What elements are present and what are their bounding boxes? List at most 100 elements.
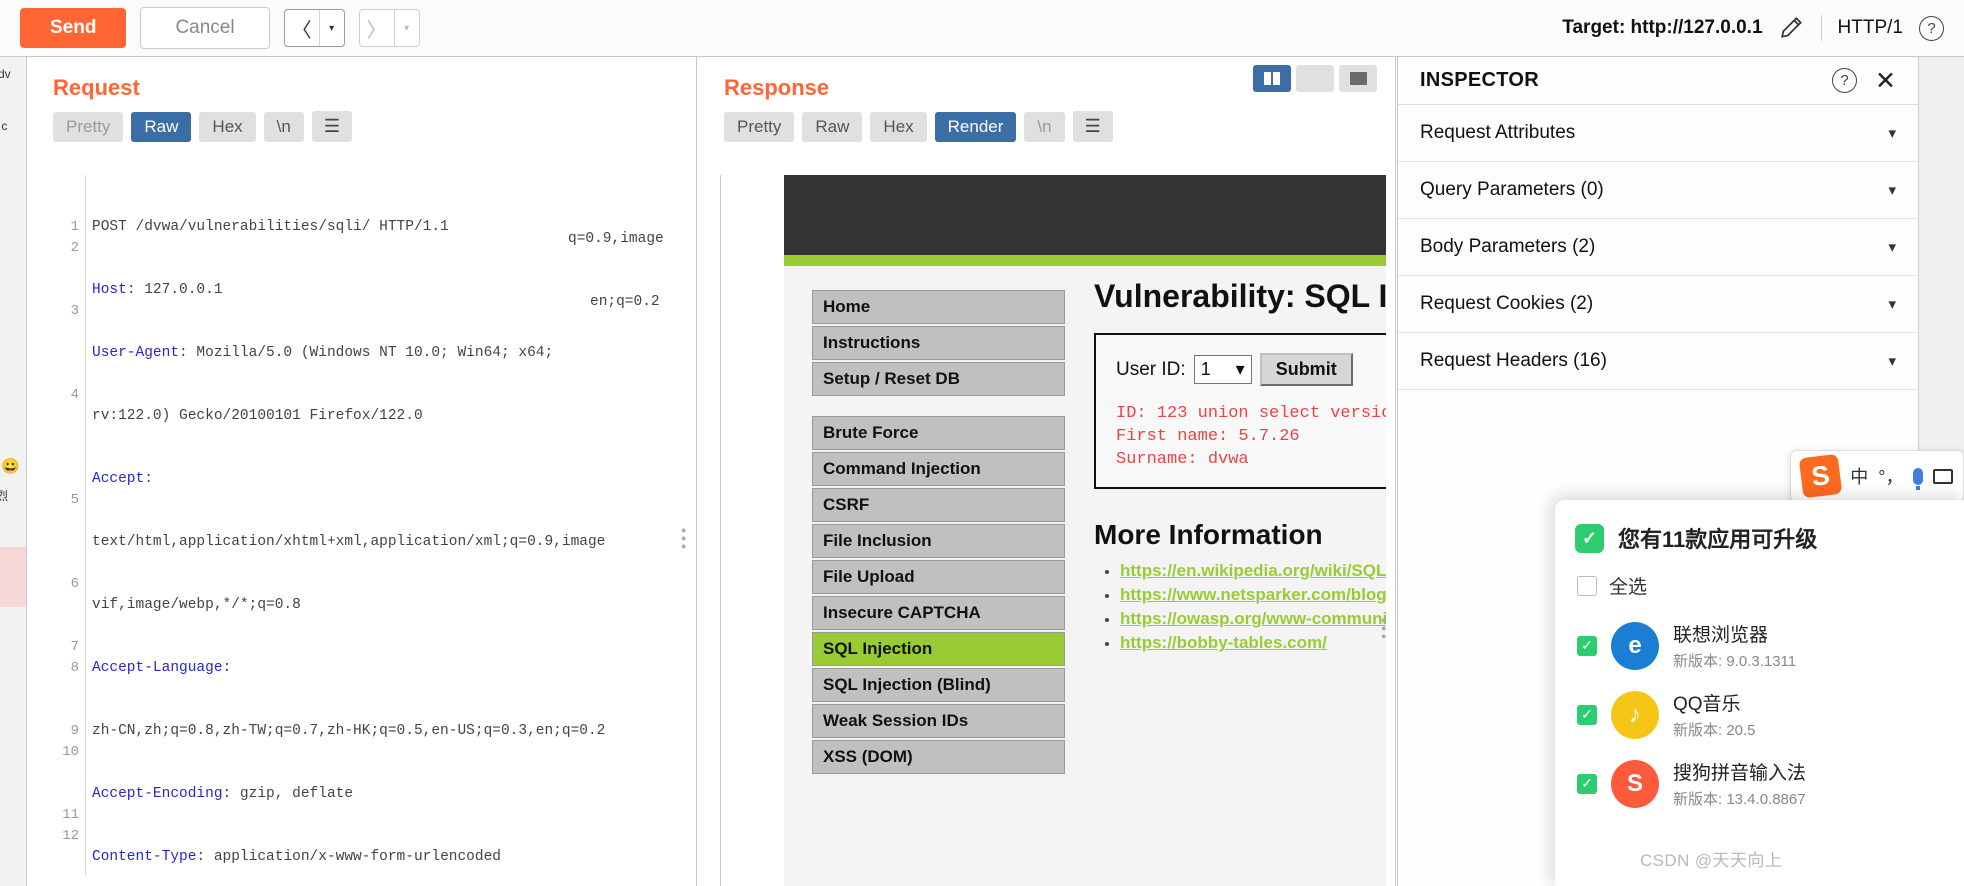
response-panel: Response Pretty Raw Hex Render \n ☰ q=0.…	[568, 57, 1396, 886]
chevron-down-icon[interactable]: ▾	[1888, 124, 1896, 142]
request-editor[interactable]: 12 3 4 5 6 78 910 1112 1314 1516 1718 19…	[53, 175, 688, 876]
panel-resize-handle[interactable]: ● ● ●	[1381, 615, 1386, 642]
select-all-row[interactable]: 全选	[1555, 562, 1964, 611]
chevron-down-icon[interactable]: ▾	[395, 10, 419, 46]
close-icon[interactable]: ✕	[1875, 66, 1896, 96]
tab-hex[interactable]: Hex	[199, 111, 256, 142]
tab-render[interactable]: Render	[934, 111, 1017, 142]
tab-hex[interactable]: Hex	[870, 111, 927, 142]
view-mode-group	[1253, 65, 1377, 92]
inspector-section-query-parameters[interactable]: Query Parameters (0) ▾	[1398, 162, 1918, 219]
back-nav-group[interactable]: 〈 ▾	[283, 9, 345, 47]
tab-newline[interactable]: \n	[1024, 111, 1065, 142]
nav-item-instructions[interactable]: Instructions	[812, 326, 1065, 360]
nav-item-setup-reset-db[interactable]: Setup / Reset DB	[812, 362, 1065, 396]
target-label: Target: http://127.0.0.1	[1562, 17, 1763, 38]
sqli-form-box: User ID: 1 ▾ Submit ID: 123 union select…	[1094, 333, 1386, 489]
help-icon[interactable]: ?	[1919, 15, 1944, 41]
user-id-value: 1	[1200, 359, 1211, 379]
app-checkbox[interactable]: ✓	[1577, 773, 1597, 794]
app-version: 新版本: 9.0.3.1311	[1673, 653, 1797, 670]
list-item[interactable]: ✓ ♪ QQ音乐 新版本: 20.5	[1555, 680, 1964, 749]
divider	[1820, 15, 1822, 41]
chevron-down-icon[interactable]: ▾	[320, 10, 344, 46]
link-netsparker[interactable]: https://www.netsparker.com/blog/web-secu…	[1120, 585, 1386, 604]
section-label: Request Attributes	[1420, 122, 1576, 143]
user-id-select[interactable]: 1 ▾	[1193, 355, 1252, 384]
nav-item-brute-force[interactable]: Brute Force	[812, 416, 1065, 450]
microphone-icon[interactable]	[1913, 467, 1924, 490]
help-icon[interactable]: ?	[1832, 68, 1858, 93]
inspector-section-body-parameters[interactable]: Body Parameters (2) ▾	[1398, 219, 1918, 276]
inspector-section-request-attributes[interactable]: Request Attributes ▾	[1398, 105, 1918, 162]
app-checkbox[interactable]: ✓	[1577, 635, 1597, 656]
header-value: application/x-www-form-urlencoded	[205, 849, 501, 865]
select-all-checkbox[interactable]	[1577, 575, 1597, 596]
keyboard-icon[interactable]	[1933, 468, 1953, 484]
single-pane-view-button[interactable]	[1339, 65, 1377, 92]
nav-item-sql-injection[interactable]: SQL Injection	[812, 632, 1065, 666]
split-horizontal-view-button[interactable]	[1296, 65, 1334, 92]
header-value-cont: rv:122.0) Gecko/20100101 Firefox/122.0	[92, 408, 423, 424]
target-area: Target: http://127.0.0.1 HTTP/1 ?	[1562, 15, 1944, 41]
nav-item-command-injection[interactable]: Command Injection	[812, 452, 1065, 486]
header-name: Accept	[92, 471, 145, 487]
sogou-ime-toolbar[interactable]: S 中 °，	[1790, 450, 1964, 502]
chevron-down-icon[interactable]: ▾	[1888, 238, 1896, 256]
tab-newline[interactable]: \n	[263, 111, 304, 142]
tab-pretty[interactable]: Pretty	[53, 111, 124, 142]
link-bobby-tables[interactable]: https://bobby-tables.com/	[1120, 633, 1327, 652]
ime-mode-toggle[interactable]: 中	[1850, 463, 1868, 489]
ime-punctuation-toggle[interactable]: °，	[1878, 463, 1903, 489]
panel-resize-handle[interactable]: ● ● ●	[681, 525, 686, 552]
tab-pretty[interactable]: Pretty	[724, 111, 795, 142]
list-item: https://bobby-tables.com/	[1120, 633, 1386, 653]
link-owasp[interactable]: https://owasp.org/www-community/attacks/…	[1120, 609, 1386, 628]
list-item[interactable]: ✓ S 搜狗拼音输入法 新版本: 13.4.0.8867	[1555, 749, 1964, 818]
nav-item-insecure-captcha[interactable]: Insecure CAPTCHA	[812, 596, 1065, 630]
overflow-text: q=0.9,image	[568, 231, 664, 247]
inspector-section-request-headers[interactable]: Request Headers (16) ▾	[1398, 333, 1918, 390]
request-tabbar: Pretty Raw Hex \n ☰	[27, 101, 696, 150]
watermark: CSDN @天天向上	[1640, 851, 1783, 870]
result-line: First name: 5.7.26	[1116, 427, 1300, 446]
request-raw-text[interactable]: POST /dvwa/vulnerabilities/sqli/ HTTP/1.…	[85, 175, 688, 876]
forward-nav-group[interactable]: 〉 ▾	[358, 9, 420, 47]
nav-item-csrf[interactable]: CSRF	[812, 488, 1065, 522]
lenovo-browser-icon: e	[1611, 621, 1659, 670]
tab-raw[interactable]: Raw	[802, 111, 863, 142]
response-menu-icon[interactable]: ☰	[1072, 111, 1113, 142]
section-label: Query Parameters (0)	[1420, 179, 1604, 200]
list-item[interactable]: ✓ e 联想浏览器 新版本: 9.0.3.1311	[1555, 611, 1964, 680]
nav-item-home[interactable]: Home	[812, 290, 1065, 324]
header-value: gzip, deflate	[231, 786, 354, 802]
request-menu-icon[interactable]: ☰	[311, 111, 352, 142]
sogou-pinyin-icon: S	[1611, 759, 1659, 808]
tab-raw[interactable]: Raw	[131, 111, 192, 142]
cancel-button[interactable]: Cancel	[140, 7, 270, 49]
check-icon: ✓	[1575, 523, 1604, 553]
chevron-right-icon[interactable]: 〉	[360, 10, 394, 46]
dvwa-body: Home Instructions Setup / Reset DB Brute…	[784, 266, 1386, 886]
nav-item-file-inclusion[interactable]: File Inclusion	[812, 524, 1065, 558]
link-wikipedia[interactable]: https://en.wikipedia.org/wiki/SQL_inject…	[1120, 561, 1386, 580]
nav-item-weak-session-ids[interactable]: Weak Session IDs	[812, 704, 1065, 738]
pencil-icon[interactable]	[1779, 15, 1805, 41]
split-vertical-view-button[interactable]	[1253, 65, 1291, 92]
chevron-down-icon[interactable]: ▾	[1888, 295, 1896, 313]
send-button[interactable]: Send	[20, 8, 127, 48]
app-update-popup: ✓ 您有11款应用可升级 全选 ✓ e 联想浏览器 新版本: 9.0.3.131…	[1555, 500, 1964, 886]
background-browser-strip: -dv - c 😀 烈	[0, 57, 27, 886]
app-checkbox[interactable]: ✓	[1577, 704, 1597, 725]
submit-button[interactable]: Submit	[1259, 353, 1353, 386]
http-version-label[interactable]: HTTP/1	[1838, 17, 1903, 39]
sogou-logo-icon[interactable]: S	[1798, 453, 1843, 499]
nav-item-file-upload[interactable]: File Upload	[812, 560, 1065, 594]
more-information-links: https://en.wikipedia.org/wiki/SQL_inject…	[1094, 561, 1386, 653]
chevron-down-icon[interactable]: ▾	[1888, 181, 1896, 199]
inspector-section-request-cookies[interactable]: Request Cookies (2) ▾	[1398, 276, 1918, 333]
nav-item-xss-dom[interactable]: XSS (DOM)	[812, 740, 1065, 774]
chevron-left-icon[interactable]: 〈	[285, 10, 319, 46]
nav-item-sql-injection-blind[interactable]: SQL Injection (Blind)	[812, 668, 1065, 702]
chevron-down-icon[interactable]: ▾	[1888, 352, 1896, 370]
